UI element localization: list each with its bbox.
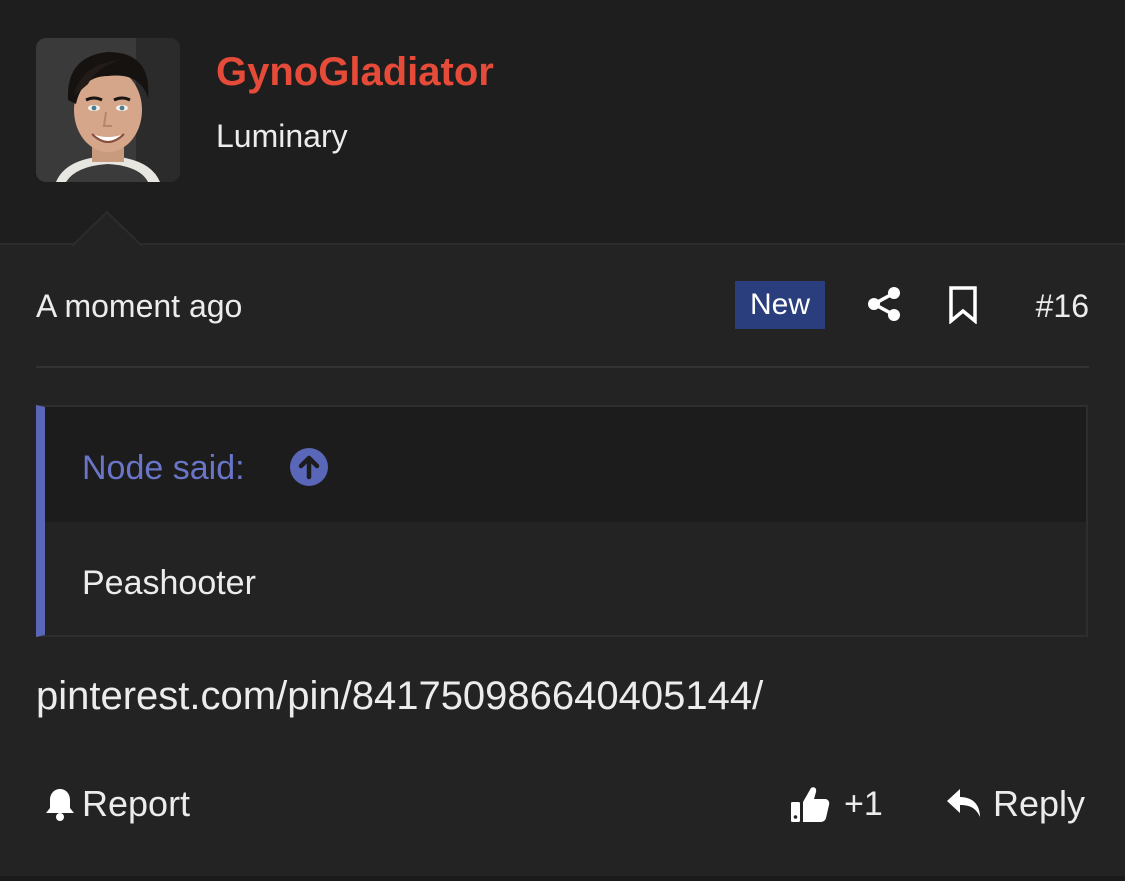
post-meta-row: A moment ago New #16 [36, 270, 1089, 342]
message-pointer-arrow [72, 210, 142, 246]
reply-label: Reply [992, 783, 1085, 824]
like-count: +1 [844, 785, 883, 823]
post-timestamp[interactable]: A moment ago [36, 286, 242, 326]
bookmark-icon[interactable] [948, 286, 978, 324]
quote-text: Peashooter [82, 564, 256, 602]
post-number-link[interactable]: #16 [1036, 286, 1089, 326]
author-name[interactable]: GynoGladiator [216, 48, 494, 96]
meta-divider [36, 366, 1089, 368]
bell-icon [46, 789, 74, 821]
post-author-header: GynoGladiator Luminary [0, 0, 1125, 246]
reply-arrow-icon [946, 789, 980, 817]
report-button[interactable]: Report [44, 780, 190, 828]
quote-author-line[interactable]: Node said: [82, 447, 245, 489]
quote-jump-icon[interactable] [290, 448, 328, 486]
post-actions-bar: Report +1 Reply [36, 776, 1089, 832]
reply-button[interactable]: Reply [945, 780, 1085, 828]
new-badge: New [735, 281, 825, 329]
post-body-link[interactable]: pinterest.com/pin/841750986640405144/ [36, 672, 763, 720]
author-user-title: Luminary [216, 118, 348, 154]
share-icon[interactable] [866, 286, 902, 322]
quote-header: Node said: [45, 407, 1086, 522]
report-label: Report [82, 783, 191, 824]
quote-body: Peashooter [45, 522, 1086, 635]
thumbs-up-icon [791, 787, 830, 822]
post-bottom-border [0, 876, 1125, 881]
avatar[interactable] [36, 38, 180, 182]
quoted-message: Node said: Peashooter [36, 405, 1088, 637]
like-button[interactable]: +1 [790, 780, 883, 828]
